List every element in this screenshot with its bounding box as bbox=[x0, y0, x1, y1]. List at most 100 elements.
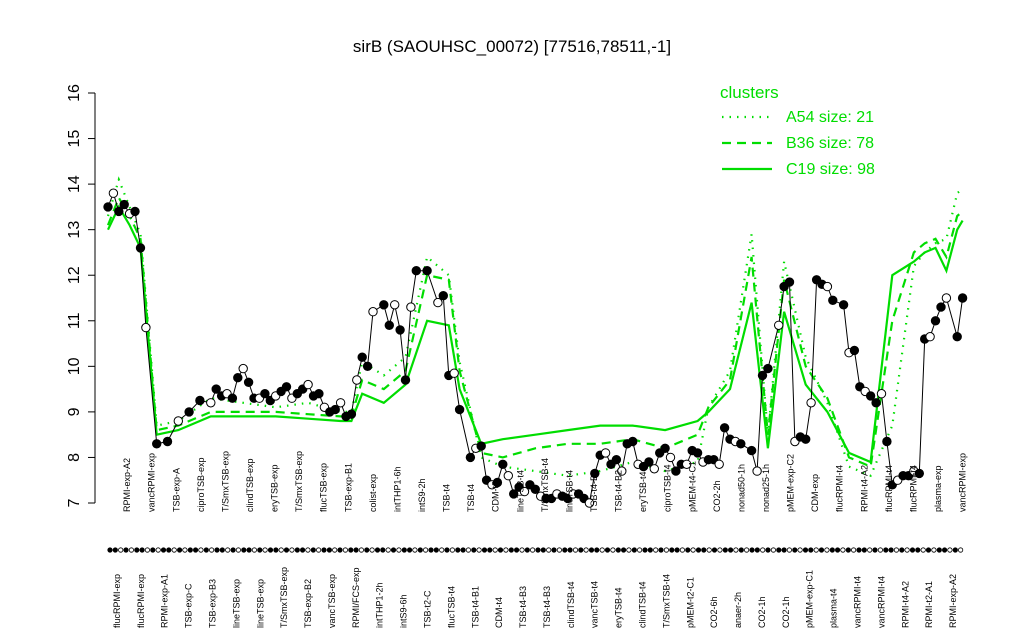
data-point bbox=[611, 455, 622, 465]
x-label-bottom: lineTSB-exp bbox=[255, 579, 265, 628]
x-label-bottom: RPMI-t2-A1 bbox=[924, 581, 934, 628]
legend-label: A54 size: 21 bbox=[786, 109, 874, 126]
y-tick-label: 16 bbox=[66, 84, 83, 102]
x-label-bottom: CO2-1h bbox=[757, 596, 767, 628]
strip-marker bbox=[701, 547, 707, 553]
data-point bbox=[746, 445, 757, 456]
x-label-upper: CDM-t2 bbox=[491, 481, 501, 512]
data-point bbox=[362, 361, 373, 371]
strip-marker bbox=[610, 547, 616, 553]
strip-marker bbox=[642, 547, 648, 553]
strip-marker bbox=[567, 547, 573, 553]
data-point bbox=[390, 300, 400, 310]
x-label-bottom: eryTSB-t4 bbox=[614, 587, 624, 628]
strip-marker bbox=[909, 547, 916, 553]
strip-marker bbox=[128, 547, 134, 553]
x-label-upper: T/SmxTSB-exp bbox=[294, 451, 304, 512]
data-point bbox=[871, 398, 881, 408]
strip-marker bbox=[332, 547, 338, 553]
data-point bbox=[941, 293, 952, 303]
data-point bbox=[828, 295, 838, 305]
legend-label: B36 size: 78 bbox=[786, 135, 874, 152]
x-label-upper: TSB-t4 bbox=[442, 484, 452, 512]
strip-marker bbox=[353, 547, 359, 553]
data-point bbox=[303, 379, 313, 390]
data-point bbox=[449, 368, 459, 378]
strip-marker bbox=[214, 547, 220, 553]
x-label-bottom: TSB-t2-C bbox=[423, 590, 433, 628]
strip-marker bbox=[904, 547, 910, 553]
data-point bbox=[314, 389, 324, 399]
x-label-bottom: vancTSB-t4 bbox=[590, 581, 600, 628]
data-point bbox=[346, 409, 357, 419]
strip-marker bbox=[685, 547, 691, 553]
strip-marker bbox=[711, 547, 718, 553]
x-label-upper: RPMI-exp-A2 bbox=[122, 458, 132, 512]
data-point bbox=[411, 266, 421, 276]
x-label-bottom: TSB-t4-B3 bbox=[518, 586, 528, 628]
strip-marker bbox=[952, 547, 958, 553]
strip-marker bbox=[856, 547, 862, 553]
strip-marker bbox=[674, 547, 680, 553]
strip-marker bbox=[941, 547, 948, 553]
strip-marker bbox=[626, 547, 632, 553]
x-label-upper: clindTSB-exp bbox=[245, 458, 255, 512]
strip-marker bbox=[754, 547, 760, 553]
data-point bbox=[465, 452, 476, 463]
x-label-bottom: anaer-2h bbox=[733, 592, 743, 628]
legend-label: C19 size: 98 bbox=[786, 161, 875, 178]
strip-marker bbox=[653, 547, 659, 553]
strip-marker bbox=[888, 547, 894, 553]
strip-marker bbox=[348, 547, 354, 553]
strip-marker bbox=[406, 547, 413, 553]
x-label-upper: eryTSB-exp bbox=[270, 464, 280, 512]
x-label-upper: nonad50-1h bbox=[736, 464, 746, 512]
data-point bbox=[400, 375, 411, 385]
y-tick-label: 8 bbox=[66, 453, 83, 462]
x-label-upper: intS9-2h bbox=[417, 478, 427, 512]
data-point bbox=[141, 322, 151, 333]
data-point bbox=[822, 281, 833, 292]
strip-marker bbox=[177, 547, 183, 553]
x-label-bottom: vancRPMI-t4 bbox=[853, 576, 863, 628]
strip-marker bbox=[738, 547, 744, 553]
strip-marker bbox=[594, 547, 600, 553]
data-point bbox=[719, 423, 730, 433]
strip-marker bbox=[562, 547, 568, 553]
strip-marker bbox=[572, 547, 579, 553]
strip-marker bbox=[583, 547, 589, 553]
x-label-upper: lineTSB-t4 bbox=[564, 470, 574, 512]
strip-marker bbox=[289, 547, 295, 553]
strip-marker bbox=[706, 547, 712, 553]
data-point bbox=[503, 471, 513, 481]
strip-marker bbox=[524, 547, 530, 553]
strip-marker bbox=[578, 547, 584, 553]
x-label-bottom: flucRPMI-exp bbox=[112, 574, 122, 628]
x-label-upper: pMEM-t4-C1 bbox=[687, 461, 697, 512]
y-tick-label: 15 bbox=[66, 130, 83, 148]
data-point bbox=[368, 307, 378, 317]
strip-marker bbox=[118, 547, 124, 553]
strip-marker bbox=[455, 547, 461, 553]
x-label-upper: TSB-exp-B1 bbox=[343, 463, 353, 512]
strip-marker bbox=[850, 547, 857, 553]
x-label-bottom: T/SmxTSB-exp bbox=[279, 567, 289, 628]
strip-marker bbox=[834, 547, 841, 553]
strip-marker bbox=[235, 547, 241, 553]
strip-marker bbox=[230, 547, 236, 553]
series-layer bbox=[106, 176, 964, 478]
strip-marker bbox=[481, 547, 488, 553]
strip-marker bbox=[251, 547, 257, 553]
strip-marker bbox=[513, 547, 520, 553]
x-label-bottom: clindTSB-t4 bbox=[566, 581, 576, 628]
strip-marker bbox=[401, 547, 407, 553]
strip-marker bbox=[487, 547, 493, 553]
strip-marker bbox=[620, 547, 627, 553]
strip-marker bbox=[840, 547, 846, 553]
x-label-bottom: vancTSB-exp bbox=[327, 574, 337, 628]
data-point bbox=[406, 302, 416, 312]
data-point bbox=[957, 293, 968, 303]
strip-marker bbox=[294, 547, 300, 553]
strip-marker bbox=[337, 547, 343, 553]
strip-marker bbox=[802, 547, 809, 553]
